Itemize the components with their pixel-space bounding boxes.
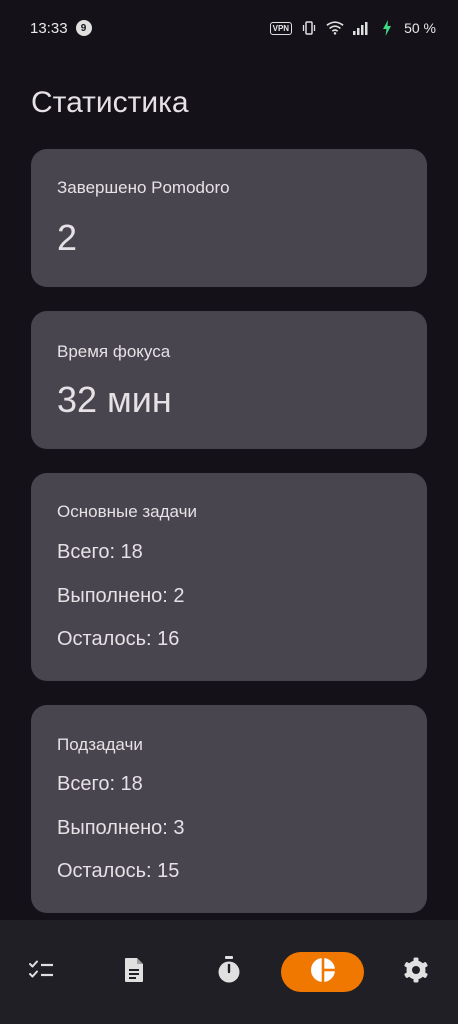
wifi-icon — [326, 19, 344, 37]
status-time: 13:33 — [30, 19, 68, 37]
notification-count-badge: 9 — [75, 20, 92, 36]
nav-statistics[interactable] — [281, 952, 364, 992]
gear-icon — [402, 956, 430, 989]
focus-time-value: 32 мин — [57, 379, 172, 420]
battery-level: 50 % — [404, 20, 436, 36]
charging-icon — [378, 19, 396, 37]
pie-chart-icon — [309, 956, 337, 989]
bottom-navigation — [0, 920, 458, 1024]
nav-tasks[interactable] — [20, 952, 64, 992]
status-right: VPN 50 % — [269, 19, 436, 37]
timer-icon — [216, 955, 242, 989]
vibrate-icon — [300, 19, 318, 37]
focus-time-title: Время фокуса — [57, 342, 171, 361]
status-left: 13:33 9 — [30, 20, 92, 37]
nav-timer[interactable] — [207, 952, 251, 992]
subtasks-title: Подзадачи — [57, 735, 143, 754]
subtasks-card: Подзадачи Всего: 18 Выполнено: 3 Осталос… — [31, 705, 427, 913]
page-title: Статистика — [31, 86, 189, 119]
subtasks-total: Всего: 18 — [57, 773, 143, 795]
pomodoro-value: 2 — [57, 217, 78, 258]
document-icon — [123, 957, 145, 988]
main-tasks-left: Осталось: 16 — [57, 628, 180, 650]
nav-settings[interactable] — [394, 952, 438, 992]
signal-icon — [352, 19, 370, 37]
main-tasks-card: Основные задачи Всего: 18 Выполнено: 2 О… — [31, 473, 427, 681]
main-tasks-title: Основные задачи — [57, 502, 197, 521]
main-tasks-total: Всего: 18 — [57, 541, 143, 563]
focus-time-card: Время фокуса 32 мин — [31, 311, 427, 449]
subtasks-done: Выполнено: 3 — [57, 817, 185, 839]
status-bar: 13:33 9 VPN 50 % — [0, 0, 458, 56]
vpn-icon: VPN — [269, 21, 293, 35]
main-tasks-done: Выполнено: 2 — [57, 585, 185, 607]
pomodoro-title: Завершено Pomodoro — [57, 178, 230, 197]
pomodoro-card: Завершено Pomodoro 2 — [31, 149, 427, 287]
checklist-icon — [28, 958, 56, 987]
nav-notes[interactable] — [112, 952, 156, 992]
subtasks-left: Осталось: 15 — [57, 860, 180, 882]
